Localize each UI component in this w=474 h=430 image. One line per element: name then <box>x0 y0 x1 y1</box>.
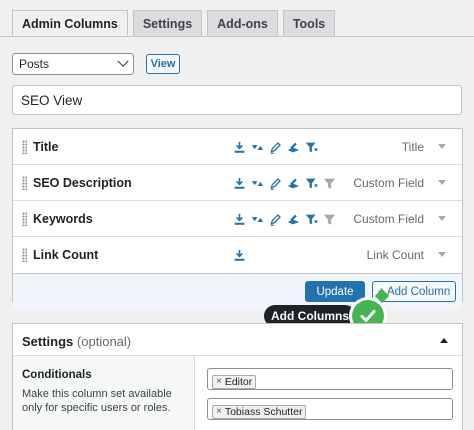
expand-caret-icon[interactable] <box>438 144 446 149</box>
bulk-edit-icon <box>287 214 300 224</box>
edit-icon <box>270 141 281 154</box>
collapse-caret-icon[interactable] <box>440 338 448 343</box>
column-feature-icons <box>233 211 341 227</box>
settings-title-text: Settings <box>22 334 74 349</box>
remove-token-icon[interactable]: × <box>216 406 222 417</box>
column-row[interactable]: SEO Description Custom Field <box>13 165 462 201</box>
users-token-field[interactable]: × Tobiass Schutter <box>207 398 453 420</box>
export-icon <box>234 141 245 153</box>
smart-filter-icon <box>305 178 318 188</box>
drag-handle-icon[interactable] <box>22 176 27 190</box>
drag-handle-icon[interactable] <box>22 140 27 154</box>
expand-caret-icon[interactable] <box>438 216 446 221</box>
column-type: Custom Field <box>353 176 424 190</box>
list-title-input[interactable]: SEO View <box>12 85 462 115</box>
tab-settings[interactable]: Settings <box>132 10 203 36</box>
column-type: Custom Field <box>353 212 424 226</box>
list-screen-value: Posts <box>19 57 50 71</box>
export-icon <box>234 177 245 189</box>
sort-icon <box>251 144 264 150</box>
edit-icon <box>270 177 281 190</box>
conditionals-description-pane: Conditionals Make this column set availa… <box>13 356 195 430</box>
export-icon <box>234 249 245 261</box>
column-label[interactable]: Keywords <box>33 212 93 226</box>
settings-panel: Settings (optional) Conditionals Make th… <box>12 323 463 430</box>
expand-caret-icon[interactable] <box>438 180 446 185</box>
settings-optional-label: (optional) <box>76 334 132 349</box>
user-token-label: Tobiass Schutter <box>224 405 303 418</box>
tab-admin-columns[interactable]: Admin Columns <box>12 10 128 37</box>
list-title-value: SEO View <box>21 92 83 108</box>
column-label[interactable]: Link Count <box>33 248 98 262</box>
filter-icon <box>323 178 336 189</box>
column-type: Link Count <box>366 248 424 262</box>
columns-footer: Update + Add Column <box>13 273 462 309</box>
column-row[interactable]: Keywords Custom Field <box>13 201 462 237</box>
smart-filter-icon <box>305 142 318 152</box>
smart-filter-icon <box>305 214 318 224</box>
settings-header[interactable]: Settings (optional) <box>13 324 462 356</box>
column-feature-icons <box>233 139 323 155</box>
user-token: × Tobiass Schutter <box>212 404 307 419</box>
nav-tabs: Admin Columns Settings Add-ons Tools <box>12 10 340 37</box>
bulk-edit-icon <box>287 178 300 188</box>
role-token-label: Editor <box>224 375 253 388</box>
column-label[interactable]: SEO Description <box>33 176 132 190</box>
update-button[interactable]: Update <box>305 281 365 302</box>
tab-tools[interactable]: Tools <box>282 10 336 36</box>
filter-icon <box>323 214 336 225</box>
column-row[interactable]: Link Count Link Count <box>13 237 462 273</box>
expand-caret-icon[interactable] <box>438 252 446 257</box>
sort-icon <box>251 180 264 186</box>
drag-handle-icon[interactable] <box>22 248 27 262</box>
column-feature-icons <box>233 247 251 263</box>
column-label[interactable]: Title <box>33 140 58 154</box>
remove-token-icon[interactable]: × <box>216 376 222 387</box>
settings-title: Settings (optional) <box>22 334 131 349</box>
tabs-divider <box>0 36 474 37</box>
tab-add-ons[interactable]: Add-ons <box>207 10 278 36</box>
column-feature-icons <box>233 175 341 191</box>
role-token: × Editor <box>212 374 257 389</box>
sort-icon <box>251 216 264 222</box>
list-screen-select[interactable]: Posts <box>12 53 134 75</box>
roles-token-field[interactable]: × Editor <box>207 368 453 390</box>
bulk-edit-icon <box>287 142 300 152</box>
view-button[interactable]: View <box>146 54 180 74</box>
columns-box: Title Title SEO Description Custom Field… <box>12 128 463 309</box>
conditionals-description: Make this column set available only for … <box>22 388 172 414</box>
conditionals-title: Conditionals <box>22 369 92 381</box>
edit-icon <box>270 213 281 226</box>
chevron-down-icon <box>117 55 129 67</box>
column-row[interactable]: Title Title <box>13 129 462 165</box>
column-type: Title <box>401 140 424 154</box>
export-icon <box>234 213 245 225</box>
drag-handle-icon[interactable] <box>22 212 27 226</box>
